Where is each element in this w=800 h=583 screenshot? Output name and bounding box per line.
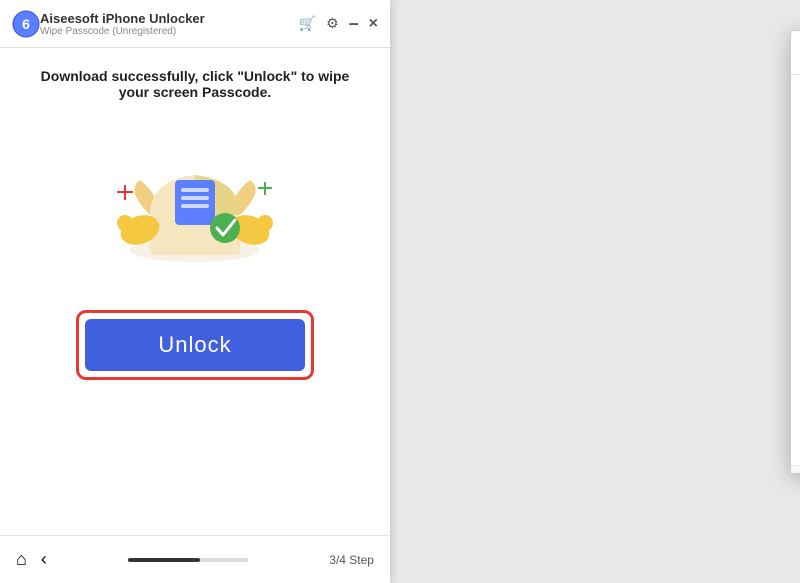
dialog-title-bar: 6 Aiseesoft iPhone Unlocker × — [791, 31, 800, 75]
home-icon[interactable]: ⌂ — [16, 549, 27, 570]
illustration — [95, 120, 295, 270]
app-subtitle: Wipe Passcode (Unregistered) — [40, 26, 299, 37]
main-heading: Download successfully, click "Unlock" to… — [30, 68, 360, 100]
dialog-scrollbar[interactable] — [791, 465, 800, 473]
illustration-svg — [95, 120, 295, 270]
back-icon[interactable]: ‹ — [41, 549, 47, 570]
dialog-area: 6 Aiseesoft iPhone Unlocker × — [390, 0, 800, 583]
svg-text:6: 6 — [22, 16, 30, 32]
title-bar-text: Aiseesoft iPhone Unlocker Wipe Passcode … — [40, 11, 299, 37]
title-bar: 6 Aiseesoft iPhone Unlocker Wipe Passcod… — [0, 0, 390, 48]
bottom-bar: ⌂ ‹ 3/4 Step — [0, 535, 390, 583]
step-text: 3/4 Step — [329, 553, 374, 567]
main-window: 6 Aiseesoft iPhone Unlocker Wipe Passcod… — [0, 0, 390, 583]
dialog-content: Unlock confirmation Please read the foll… — [791, 75, 800, 465]
progress-fill — [128, 558, 200, 562]
app-logo-icon: 6 — [12, 10, 40, 38]
dialog-window: 6 Aiseesoft iPhone Unlocker × — [790, 30, 800, 474]
title-bar-controls: 🛒 ⚙ – × — [299, 13, 378, 34]
progress-bar — [128, 558, 248, 562]
minimize-icon[interactable]: – — [349, 13, 359, 34]
unlock-button-wrapper: Unlock — [76, 310, 314, 380]
close-icon[interactable]: × — [369, 15, 378, 33]
main-content: Download successfully, click "Unlock" to… — [0, 48, 390, 535]
app-title: Aiseesoft iPhone Unlocker — [40, 11, 299, 26]
settings-icon[interactable]: ⚙ — [326, 15, 339, 32]
cart-icon[interactable]: 🛒 — [299, 15, 316, 32]
unlock-button[interactable]: Unlock — [85, 319, 305, 371]
